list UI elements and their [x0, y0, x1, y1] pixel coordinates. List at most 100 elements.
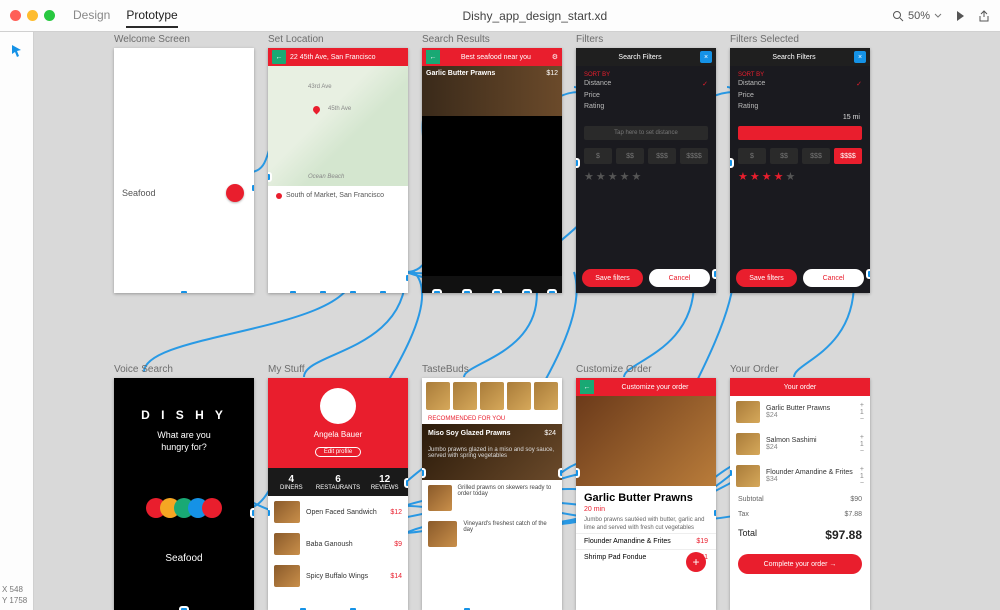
tab-prototype[interactable]: Prototype	[126, 4, 177, 28]
sort-distance[interactable]: Distance✓	[738, 78, 862, 90]
list-item[interactable]: Vineyard's freshest catch of the day	[422, 516, 562, 552]
pointer-tool-icon[interactable]	[6, 40, 28, 62]
results-list-area[interactable]	[422, 116, 562, 276]
connection-node[interactable]	[730, 468, 734, 478]
artboard-my-stuff[interactable]: Angela Bauer Edit profile 4DINERS 6RESTA…	[268, 378, 408, 610]
price-tier-4[interactable]: $$$$	[680, 148, 708, 164]
rating-filter[interactable]: ★★★★★	[738, 170, 862, 183]
story-strip[interactable]	[422, 378, 562, 414]
connection-node[interactable]	[522, 289, 532, 293]
price-tier-1[interactable]: $	[738, 148, 766, 164]
connection-node[interactable]	[462, 289, 472, 293]
connection-node[interactable]	[492, 289, 502, 293]
filter-icon[interactable]: ⚙	[552, 53, 558, 61]
minimize-window-icon[interactable]	[27, 10, 38, 21]
edit-profile-button[interactable]: Edit profile	[268, 444, 408, 456]
connection-node[interactable]	[866, 269, 870, 279]
record-button[interactable]	[226, 184, 244, 202]
price-tier-3[interactable]: $$$	[648, 148, 676, 164]
connection-node[interactable]	[432, 289, 442, 293]
artboard-search-results[interactable]: ← Best seafood near you ⚙ Garlic Butter …	[422, 48, 562, 293]
connection-node[interactable]	[250, 183, 254, 193]
tab-design[interactable]: Design	[73, 4, 110, 28]
price-tier-2[interactable]: $$	[616, 148, 644, 164]
back-button[interactable]: ←	[272, 50, 286, 64]
connection-node[interactable]	[422, 468, 426, 478]
sort-price[interactable]: Price	[584, 90, 708, 101]
close-window-icon[interactable]	[10, 10, 21, 21]
prototype-canvas[interactable]: Welcome Screen ⌂ Seafood Set Location ← …	[34, 32, 1000, 610]
connection-node[interactable]	[712, 508, 716, 518]
sort-rating[interactable]: Rating	[584, 101, 708, 112]
order-item[interactable]: Salmon Sashimi$24 +1−	[730, 428, 870, 460]
sort-rating[interactable]: Rating	[738, 101, 862, 112]
list-item[interactable]: Grilled prawns on skewers ready to order…	[422, 480, 562, 516]
hero-item[interactable]: Miso Soy Glazed Prawns $24 Jumbo prawns …	[422, 424, 562, 480]
order-item[interactable]: Garlic Butter Prawns$24 +1−	[730, 396, 870, 428]
connection-node[interactable]	[558, 468, 562, 478]
close-button[interactable]: ×	[700, 51, 712, 63]
artboard-label[interactable]: Customize Order	[576, 364, 652, 375]
back-button[interactable]: ←	[426, 50, 440, 64]
price-tier-2[interactable]: $$	[770, 148, 798, 164]
share-icon[interactable]	[978, 10, 990, 22]
zoom-control[interactable]: 50%	[892, 10, 942, 22]
artboard-label[interactable]: Set Location	[268, 34, 324, 45]
map-pin-icon[interactable]	[312, 105, 322, 115]
connection-node[interactable]	[179, 289, 189, 293]
qty-stepper[interactable]: +1−	[860, 402, 864, 423]
artboard-label[interactable]: Your Order	[730, 364, 779, 375]
price-tier-4[interactable]: $$$$	[834, 148, 862, 164]
artboard-label[interactable]: TasteBuds	[422, 364, 469, 375]
artboard-label[interactable]: My Stuff	[268, 364, 305, 375]
maximize-window-icon[interactable]	[44, 10, 55, 21]
save-filters-button[interactable]: Save filters	[582, 269, 643, 287]
distance-slider[interactable]: Tap here to set distance	[584, 126, 708, 140]
connection-node[interactable]	[576, 468, 580, 478]
list-item[interactable]: Spicy Buffalo Wings$14	[268, 560, 408, 592]
rating-filter[interactable]: ★★★★★	[584, 170, 708, 183]
qty-stepper[interactable]: +1−	[860, 466, 864, 487]
artboard-label[interactable]: Welcome Screen	[114, 34, 190, 45]
artboard-customize-order[interactable]: ← Customize your order Garlic Butter Pra…	[576, 378, 716, 610]
artboard-set-location[interactable]: ← 22 45th Ave, San Francisco 43rd Ave 45…	[268, 48, 408, 293]
connection-node[interactable]	[348, 606, 358, 610]
connection-node[interactable]	[250, 508, 254, 518]
artboard-voice-search[interactable]: D I S H Y What are you hungry for? Seafo…	[114, 378, 254, 610]
connection-node[interactable]	[268, 508, 272, 518]
artboard-label[interactable]: Filters	[576, 34, 603, 45]
complete-order-button[interactable]: Complete your order →	[738, 554, 862, 574]
list-item[interactable]: Baba Ganoush$9	[268, 528, 408, 560]
connection-node[interactable]	[576, 158, 580, 168]
sort-price[interactable]: Price	[738, 90, 862, 101]
artboard-label[interactable]: Filters Selected	[730, 34, 799, 45]
artboard-label[interactable]: Search Results	[422, 34, 490, 45]
address-field[interactable]: 22 45th Ave, San Francisco	[290, 54, 375, 61]
cancel-button[interactable]: Cancel	[803, 269, 864, 287]
artboard-welcome[interactable]: ⌂ Seafood	[114, 48, 254, 293]
qty-stepper[interactable]: +1−	[860, 434, 864, 455]
back-button[interactable]: ←	[580, 380, 594, 394]
list-item[interactable]: Open Faced Sandwich$12	[268, 496, 408, 528]
artboard-your-order[interactable]: Your order Garlic Butter Prawns$24 +1− S…	[730, 378, 870, 610]
artboard-label[interactable]: Voice Search	[114, 364, 173, 375]
order-item[interactable]: Flounder Amandine & Frites$34 +1−	[730, 460, 870, 492]
connection-node[interactable]	[462, 606, 472, 610]
price-tier-3[interactable]: $$$	[802, 148, 830, 164]
price-tier-1[interactable]: $	[584, 148, 612, 164]
distance-slider[interactable]	[738, 126, 862, 140]
close-button[interactable]: ×	[854, 51, 866, 63]
connection-node[interactable]	[547, 289, 557, 293]
sort-distance[interactable]: Distance✓	[584, 78, 708, 90]
cancel-button[interactable]: Cancel	[649, 269, 710, 287]
connection-node[interactable]	[318, 289, 328, 293]
connection-node[interactable]	[712, 269, 716, 279]
add-button[interactable]: +	[686, 552, 706, 572]
connection-node[interactable]	[404, 478, 408, 488]
connection-node[interactable]	[348, 289, 358, 293]
avatar[interactable]	[320, 388, 356, 424]
artboard-tastebuds[interactable]: RECOMMENDED FOR YOU Miso Soy Glazed Praw…	[422, 378, 562, 610]
connection-node[interactable]	[298, 606, 308, 610]
map-view[interactable]: 43rd Ave 45th Ave Ocean Beach	[268, 66, 408, 186]
connection-node[interactable]	[404, 273, 408, 283]
